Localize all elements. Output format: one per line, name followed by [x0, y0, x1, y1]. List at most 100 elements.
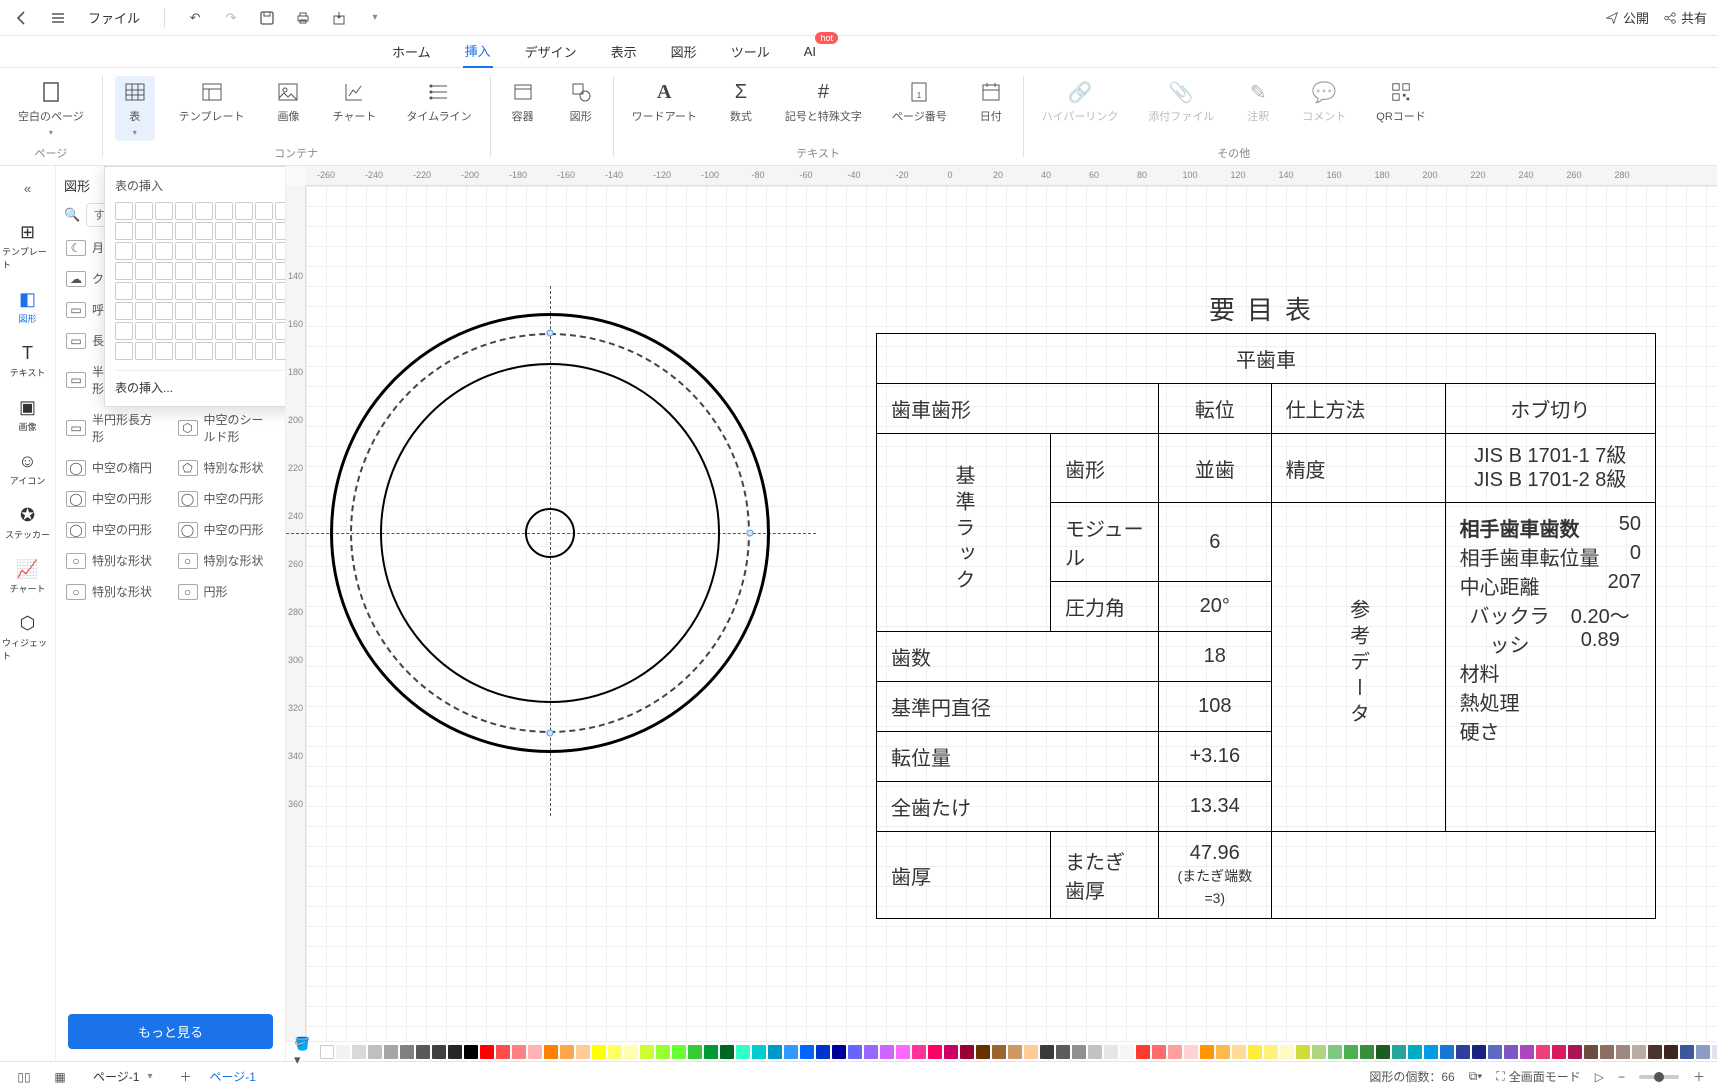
- shape-item[interactable]: ▭半円形長方形: [64, 407, 166, 449]
- table-grid-cell[interactable]: [155, 322, 173, 340]
- color-swatch[interactable]: [1440, 1045, 1454, 1059]
- fill-bucket-icon[interactable]: 🪣▾: [294, 1036, 310, 1068]
- color-swatch[interactable]: [1312, 1045, 1326, 1059]
- table-grid-cell[interactable]: [115, 342, 133, 360]
- color-swatch[interactable]: [1168, 1045, 1182, 1059]
- table-grid-cell[interactable]: [155, 282, 173, 300]
- shape-item[interactable]: ⬠特別な形状: [176, 455, 278, 480]
- shape-item[interactable]: ○円形: [176, 579, 278, 604]
- color-swatch[interactable]: [1648, 1045, 1662, 1059]
- table-grid-cell[interactable]: [175, 282, 193, 300]
- color-swatch[interactable]: [896, 1045, 910, 1059]
- export-dropdown-icon[interactable]: ▾: [363, 6, 387, 30]
- table-grid-cell[interactable]: [235, 342, 253, 360]
- redo-icon[interactable]: ↷: [219, 6, 243, 30]
- color-swatch[interactable]: [784, 1045, 798, 1059]
- color-swatch[interactable]: [848, 1045, 862, 1059]
- color-swatch[interactable]: [448, 1045, 462, 1059]
- color-swatch[interactable]: [1504, 1045, 1518, 1059]
- table-grid-cell[interactable]: [195, 342, 213, 360]
- color-swatch[interactable]: [1520, 1045, 1534, 1059]
- color-swatch[interactable]: [496, 1045, 510, 1059]
- symbol-button[interactable]: #記号と特殊文字: [779, 76, 868, 128]
- color-swatch[interactable]: [1120, 1045, 1134, 1059]
- collapse-left-icon[interactable]: «: [16, 176, 40, 200]
- table-grid-cell[interactable]: [275, 202, 286, 220]
- color-swatch[interactable]: [592, 1045, 606, 1059]
- table-grid-cell[interactable]: [275, 242, 286, 260]
- color-swatch[interactable]: [1008, 1045, 1022, 1059]
- table-grid-cell[interactable]: [135, 202, 153, 220]
- table-grid-cell[interactable]: [195, 202, 213, 220]
- sidebar-text[interactable]: Tテキスト: [0, 337, 55, 385]
- print-icon[interactable]: [291, 6, 315, 30]
- sidebar-chart[interactable]: 📈チャート: [0, 553, 55, 601]
- color-swatch[interactable]: [1600, 1045, 1614, 1059]
- add-page-icon[interactable]: ＋: [173, 1065, 197, 1089]
- color-swatch[interactable]: [416, 1045, 430, 1059]
- table-grid-cell[interactable]: [215, 322, 233, 340]
- shape-item[interactable]: ○特別な形状: [64, 579, 166, 604]
- table-grid-cell[interactable]: [215, 202, 233, 220]
- color-swatch[interactable]: [688, 1045, 702, 1059]
- table-grid-cell[interactable]: [115, 282, 133, 300]
- shape-item[interactable]: ◯中空の円形: [64, 517, 166, 542]
- color-swatch[interactable]: [576, 1045, 590, 1059]
- sidebar-image[interactable]: ▣画像: [0, 391, 55, 439]
- layout-view-icon[interactable]: ▯▯: [12, 1065, 36, 1089]
- table-grid-cell[interactable]: [115, 322, 133, 340]
- table-grid-cell[interactable]: [215, 262, 233, 280]
- color-swatch[interactable]: [1424, 1045, 1438, 1059]
- shape-item[interactable]: ◯中空の楕円: [64, 455, 166, 480]
- color-swatch[interactable]: [1616, 1045, 1630, 1059]
- sidebar-sticker[interactable]: ✪ステッカー: [0, 499, 55, 547]
- color-swatch[interactable]: [1280, 1045, 1294, 1059]
- table-insert-link[interactable]: 表の挿入...: [115, 370, 286, 396]
- table-grid-cell[interactable]: [255, 342, 273, 360]
- table-grid-cell[interactable]: [135, 242, 153, 260]
- table-grid-cell[interactable]: [175, 222, 193, 240]
- table-grid-cell[interactable]: [135, 262, 153, 280]
- table-size-grid[interactable]: [115, 202, 286, 360]
- color-swatch[interactable]: [944, 1045, 958, 1059]
- anchor-bottom[interactable]: [547, 730, 554, 737]
- color-swatch[interactable]: [1696, 1045, 1710, 1059]
- color-swatch[interactable]: [320, 1045, 334, 1059]
- anchor-top[interactable]: [547, 330, 554, 337]
- shape-item[interactable]: ○特別な形状: [176, 548, 278, 573]
- table-grid-cell[interactable]: [255, 262, 273, 280]
- color-swatch[interactable]: [1104, 1045, 1118, 1059]
- date-button[interactable]: 日付: [971, 76, 1011, 128]
- color-swatch[interactable]: [400, 1045, 414, 1059]
- table-grid-cell[interactable]: [255, 322, 273, 340]
- table-grid-cell[interactable]: [215, 302, 233, 320]
- table-grid-cell[interactable]: [155, 302, 173, 320]
- formula-button[interactable]: Σ数式: [721, 76, 761, 128]
- table-grid-cell[interactable]: [255, 242, 273, 260]
- color-swatch[interactable]: [1632, 1045, 1646, 1059]
- table-grid-cell[interactable]: [175, 322, 193, 340]
- color-swatch[interactable]: [1200, 1045, 1214, 1059]
- file-menu[interactable]: ファイル: [82, 4, 146, 31]
- color-swatch[interactable]: [1248, 1045, 1262, 1059]
- table-grid-cell[interactable]: [195, 322, 213, 340]
- sidebar-icon[interactable]: ☺アイコン: [0, 445, 55, 493]
- table-grid-cell[interactable]: [175, 342, 193, 360]
- table-grid-cell[interactable]: [215, 222, 233, 240]
- export-icon[interactable]: [327, 6, 351, 30]
- hamburger-icon[interactable]: [46, 6, 70, 30]
- color-swatch[interactable]: [1456, 1045, 1470, 1059]
- color-swatch[interactable]: [1680, 1045, 1694, 1059]
- table-grid-cell[interactable]: [175, 202, 193, 220]
- color-swatch[interactable]: [1056, 1045, 1070, 1059]
- table-grid-cell[interactable]: [155, 342, 173, 360]
- more-button[interactable]: もっと見る: [68, 1014, 273, 1049]
- page-selector[interactable]: ページ-1 ▾: [84, 1065, 161, 1088]
- tab-ai[interactable]: AIhot: [802, 38, 818, 65]
- table-grid-cell[interactable]: [195, 242, 213, 260]
- table-grid-cell[interactable]: [235, 222, 253, 240]
- template-button[interactable]: テンプレート: [173, 76, 251, 128]
- table-grid-cell[interactable]: [255, 302, 273, 320]
- color-swatch[interactable]: [1584, 1045, 1598, 1059]
- table-grid-cell[interactable]: [135, 222, 153, 240]
